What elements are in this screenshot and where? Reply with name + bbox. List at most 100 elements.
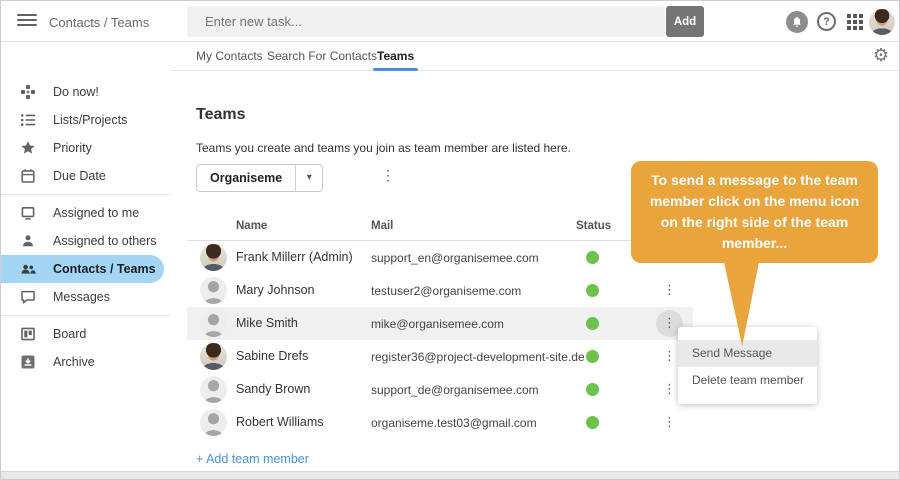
row-menu-icon[interactable]: ⋮ (656, 277, 683, 304)
settings-gear-icon[interactable]: ⚙ (873, 45, 889, 66)
user-avatar[interactable] (869, 9, 895, 35)
member-name: Mike Smith (236, 316, 298, 330)
add-team-member-link[interactable]: + Add team member (196, 452, 309, 466)
avatar (200, 310, 227, 337)
sidebar-item-label: Assigned to others (53, 234, 157, 248)
member-mail: mike@organisemee.com (371, 317, 504, 331)
sidebar-divider (1, 194, 171, 195)
tutorial-callout-text: To send a message to the team member cli… (649, 172, 860, 251)
team-members-table: Name Mail Status Frank Millerr (Admin) s… (187, 213, 693, 439)
top-bar: Contacts / Teams Add ? (1, 1, 899, 42)
due-date-calendar-icon (20, 168, 36, 184)
member-mail: support_de@organisemee.com (371, 383, 539, 397)
priority-star-icon (20, 140, 36, 156)
member-mail: support_en@organisemee.com (371, 251, 539, 265)
row-menu-icon[interactable]: ⋮ (656, 409, 683, 436)
sidebar-item-assigned-to-others[interactable]: Assigned to others (1, 227, 171, 255)
assigned-to-others-icon (20, 233, 36, 249)
team-selector-dropdown[interactable]: Organiseme ▾ (196, 164, 324, 192)
tab-search-for-contacts[interactable]: Search For Contacts (267, 42, 377, 70)
avatar (200, 277, 227, 304)
sidebar-item-label: Do now! (53, 85, 99, 99)
table-row[interactable]: Frank Millerr (Admin) support_en@organis… (187, 241, 693, 274)
menu-item-send-message[interactable]: Send Message (678, 340, 817, 367)
app-window: Contacts / Teams Add ? My Contacts Searc… (0, 0, 900, 480)
page-title: Contacts / Teams (49, 15, 150, 30)
sidebar-item-assigned-to-me[interactable]: Assigned to me (1, 199, 171, 227)
board-icon (20, 326, 36, 342)
sidebar-item-label: Lists/Projects (53, 113, 128, 127)
member-name: Sandy Brown (236, 382, 311, 396)
add-task-button[interactable]: Add (666, 6, 704, 37)
sidebar-item-label: Assigned to me (53, 206, 140, 220)
window-bottom-edge (1, 471, 899, 479)
status-indicator (586, 251, 599, 264)
sidebar-item-due-date[interactable]: Due Date (1, 162, 171, 190)
avatar (200, 343, 227, 370)
sidebar-item-priority[interactable]: Priority (1, 134, 171, 162)
tab-my-contacts[interactable]: My Contacts (196, 42, 263, 70)
team-options-menu-icon[interactable]: ⋮ (381, 167, 395, 184)
lists-projects-icon (20, 112, 36, 128)
hamburger-menu-icon[interactable] (17, 14, 37, 28)
status-indicator (586, 284, 599, 297)
team-selector-value: Organiseme (210, 171, 283, 185)
sidebar-item-lists-projects[interactable]: Lists/Projects (1, 106, 171, 134)
help-icon[interactable]: ? (817, 12, 836, 31)
tabs-bar: My Contacts Search For Contacts Teams ⚙ (171, 42, 899, 71)
status-indicator (586, 350, 599, 363)
table-row[interactable]: Sabine Drefs register36@project-developm… (187, 340, 693, 373)
column-header-name: Name (236, 220, 268, 232)
sidebar-item-label: Messages (53, 290, 110, 304)
member-mail: organiseme.test03@gmail.com (371, 416, 537, 430)
table-row[interactable]: Mike Smith mike@organisemee.com ⋮ (187, 307, 693, 340)
apps-grid-icon[interactable] (847, 14, 863, 30)
sidebar-item-messages[interactable]: Messages (1, 283, 171, 311)
messages-icon (20, 289, 36, 305)
sidebar-item-label: Contacts / Teams (53, 262, 156, 276)
status-indicator (586, 317, 599, 330)
teams-description: Teams you create and teams you join as t… (196, 141, 571, 155)
contacts-teams-icon (20, 261, 36, 277)
sidebar-item-label: Priority (53, 141, 92, 155)
table-header-row: Name Mail Status (187, 213, 693, 241)
member-mail: register36@project-development-site.de (371, 350, 585, 364)
sidebar-item-label: Archive (53, 355, 95, 369)
assigned-to-me-icon (20, 205, 36, 221)
table-row[interactable]: Mary Johnson testuser2@organiseme.com ⋮ (187, 274, 693, 307)
new-task-input[interactable] (187, 6, 665, 37)
avatar (200, 244, 227, 271)
member-name: Sabine Drefs (236, 349, 309, 363)
sidebar-item-label: Board (53, 327, 87, 341)
table-row[interactable]: Robert Williams organiseme.test03@gmail.… (187, 406, 693, 439)
column-header-mail: Mail (371, 220, 394, 232)
team-table-rows: Frank Millerr (Admin) support_en@organis… (187, 241, 693, 439)
sidebar-item-contacts-teams[interactable]: Contacts / Teams (1, 255, 164, 283)
column-header-status: Status (576, 220, 612, 232)
sidebar-item-do-now[interactable]: Do now! (1, 78, 171, 106)
row-context-menu: Send Message Delete team member (678, 327, 817, 404)
member-name: Mary Johnson (236, 283, 315, 297)
sidebar: Do now! Lists/Projects Priority Due Date (1, 42, 171, 471)
sidebar-item-board[interactable]: Board (1, 320, 171, 348)
status-indicator (586, 383, 599, 396)
avatar (200, 409, 227, 436)
member-name: Frank Millerr (Admin) (236, 250, 353, 264)
archive-icon (20, 354, 36, 370)
sidebar-divider (1, 315, 171, 316)
notifications-bell-icon[interactable] (786, 11, 808, 33)
chevron-down-icon: ▾ (295, 165, 322, 191)
table-row[interactable]: Sandy Brown support_de@organisemee.com ⋮ (187, 373, 693, 406)
menu-item-delete-team-member[interactable]: Delete team member (678, 367, 817, 394)
avatar (200, 376, 227, 403)
sidebar-item-label: Due Date (53, 169, 106, 183)
sidebar-item-archive[interactable]: Archive (1, 348, 171, 376)
member-mail: testuser2@organiseme.com (371, 284, 522, 298)
tutorial-callout: To send a message to the team member cli… (631, 161, 878, 346)
member-name: Robert Williams (236, 415, 324, 429)
tab-teams[interactable]: Teams (372, 42, 419, 71)
status-indicator (586, 416, 599, 429)
teams-heading: Teams (196, 106, 246, 123)
do-now-icon (20, 84, 36, 100)
new-task-bar: Add (187, 6, 704, 37)
